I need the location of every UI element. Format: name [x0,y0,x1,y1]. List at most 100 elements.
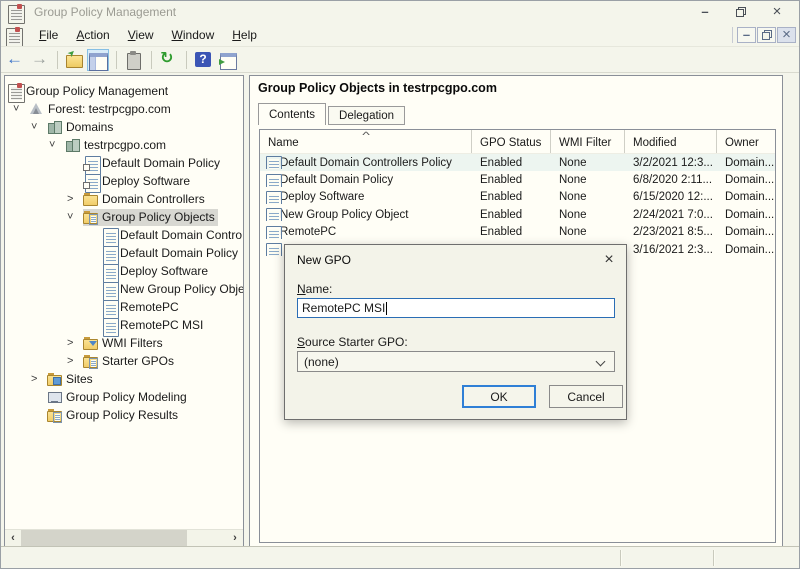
scroll-icon [264,226,277,239]
cell-modified: 3/16/2021 2:3... [625,244,717,256]
cell-wmi-filter: None [551,191,625,203]
scroll-icon [101,300,116,314]
expander-icon[interactable]: ˃ [67,334,83,352]
tree-item[interactable]: Deploy Software [5,262,243,280]
toolbar-button[interactable] [28,49,50,71]
tab-strip: Contents Delegation [258,103,405,125]
tree-item[interactable]: Default Domain Policy [5,154,243,172]
tree-item[interactable]: RemotePC MSI [5,316,243,334]
window-control-button[interactable] [757,27,776,43]
table-row[interactable]: RemotePC Enabled None 2/23/2021 8:5... D… [260,224,775,241]
menu-item[interactable]: Help [223,26,266,44]
tree-item[interactable]: RemotePC [5,298,243,316]
menu-item[interactable]: View [119,26,163,44]
toolbar-separator [116,51,117,69]
tree-item-label: Group Policy Objects [102,208,215,226]
tree-item[interactable]: ˃ Starter GPOs [5,352,243,370]
minimize-icon [699,6,711,18]
folder-wmi-icon [83,336,98,350]
tab-contents[interactable]: Contents [258,103,326,125]
window-title: Group Policy Management [34,5,176,19]
toolbar-button[interactable] [157,49,179,71]
dialog-title-bar[interactable]: New GPO [285,245,626,275]
window-control-button[interactable] [759,2,795,22]
console-icon [7,84,22,98]
scroll-right-icon[interactable] [227,530,243,546]
window-control-button[interactable] [777,27,796,43]
tree-item[interactable]: Group Policy Modeling [5,388,243,406]
toolbar-button[interactable] [192,49,214,71]
horizontal-scrollbar[interactable] [5,529,243,546]
folder-up-icon [65,51,83,69]
column-header-modified[interactable]: Modified [625,130,717,153]
window-control-button[interactable] [737,27,756,43]
scroll-icon [101,246,116,260]
scroll-icon [264,156,277,169]
expander-icon[interactable]: ˅ [67,208,83,226]
table-row[interactable]: Default Domain Controllers Policy Enable… [260,154,775,171]
list-body: Default Domain Controllers Policy Enable… [260,154,775,258]
expander-icon[interactable]: ˅ [31,118,47,136]
table-row[interactable]: New Group Policy Object Enabled None 2/2… [260,206,775,223]
scrollbar-track[interactable] [21,530,227,546]
dialog-title: New GPO [297,253,351,267]
tree-item[interactable]: Deploy Software [5,172,243,190]
tree-item[interactable]: ˅ Forest: testrpcgpo.com [5,100,243,118]
tree-item[interactable]: Default Domain Contro [5,226,243,244]
tree-item[interactable]: ˅ Group Policy Objects [5,208,243,226]
toolbar-button[interactable] [63,49,85,71]
toolbar-button[interactable] [122,49,144,71]
menu-item[interactable]: Action [67,26,118,44]
scrollbar-thumb[interactable] [21,530,187,546]
expander-icon[interactable]: ˃ [67,352,83,370]
tree-item[interactable]: ˃ Sites [5,370,243,388]
cell-owner: Domain... [717,174,776,186]
column-header-wmi-filter[interactable]: WMI Filter [551,130,625,153]
toolbar-button[interactable] [87,49,109,71]
toolbar-separator [57,51,58,69]
tree-item[interactable]: ˃ WMI Filters [5,334,243,352]
tree-item[interactable]: ˅ testrpcgpo.com [5,136,243,154]
gpo-name-input[interactable]: RemotePC MSI [297,298,615,318]
table-row[interactable]: Deploy Software Enabled None 6/15/2020 1… [260,189,775,206]
title-bar[interactable]: Group Policy Management [1,1,799,23]
scroll-icon [101,282,116,296]
menu-item[interactable]: File [30,26,67,44]
ok-button[interactable]: OK [462,385,536,408]
window-control-button[interactable] [687,2,723,22]
column-header-name[interactable]: Name [260,130,472,153]
expander-icon[interactable]: ˃ [67,190,83,208]
table-row[interactable]: Default Domain Policy Enabled None 6/8/2… [260,171,775,188]
sort-ascending-icon [362,130,370,140]
tree-item[interactable]: Group Policy Results [5,406,243,424]
menu-item[interactable]: Window [163,26,224,44]
source-starter-gpo-select[interactable]: (none) [297,351,615,372]
tree-item-label: RemotePC MSI [120,316,203,334]
tree-item-label: Starter GPOs [102,352,174,370]
folder-gpo-icon [83,210,98,224]
column-header-gpo-status[interactable]: GPO Status [472,130,551,153]
menu-bar: File Action View Window Help [1,23,799,46]
tree-item[interactable]: ˅ Domains [5,118,243,136]
text-caret [386,302,387,315]
tree-item-label: Domains [66,118,113,136]
scroll-icon [101,228,116,242]
expander-icon[interactable]: ˅ [49,136,65,154]
scroll-left-icon[interactable] [5,530,21,546]
scroll-icon [101,318,116,332]
dialog-close-icon[interactable] [594,247,624,273]
toolbar-button[interactable] [216,49,238,71]
toolbar-button[interactable] [4,49,26,71]
cancel-button[interactable]: Cancel [549,385,623,408]
domain-icon [65,138,80,152]
tree-item[interactable]: New Group Policy Obje [5,280,243,298]
column-header-owner[interactable]: Owner [717,130,776,153]
expander-icon[interactable]: ˃ [31,370,47,388]
tab-delegation[interactable]: Delegation [328,106,405,125]
tree-item[interactable]: Default Domain Policy [5,244,243,262]
window-control-button[interactable] [723,2,759,22]
close-icon [771,6,783,18]
tree-item[interactable]: Group Policy Management [5,82,243,100]
status-bar [1,546,799,568]
tree-item[interactable]: ˃ Domain Controllers [5,190,243,208]
